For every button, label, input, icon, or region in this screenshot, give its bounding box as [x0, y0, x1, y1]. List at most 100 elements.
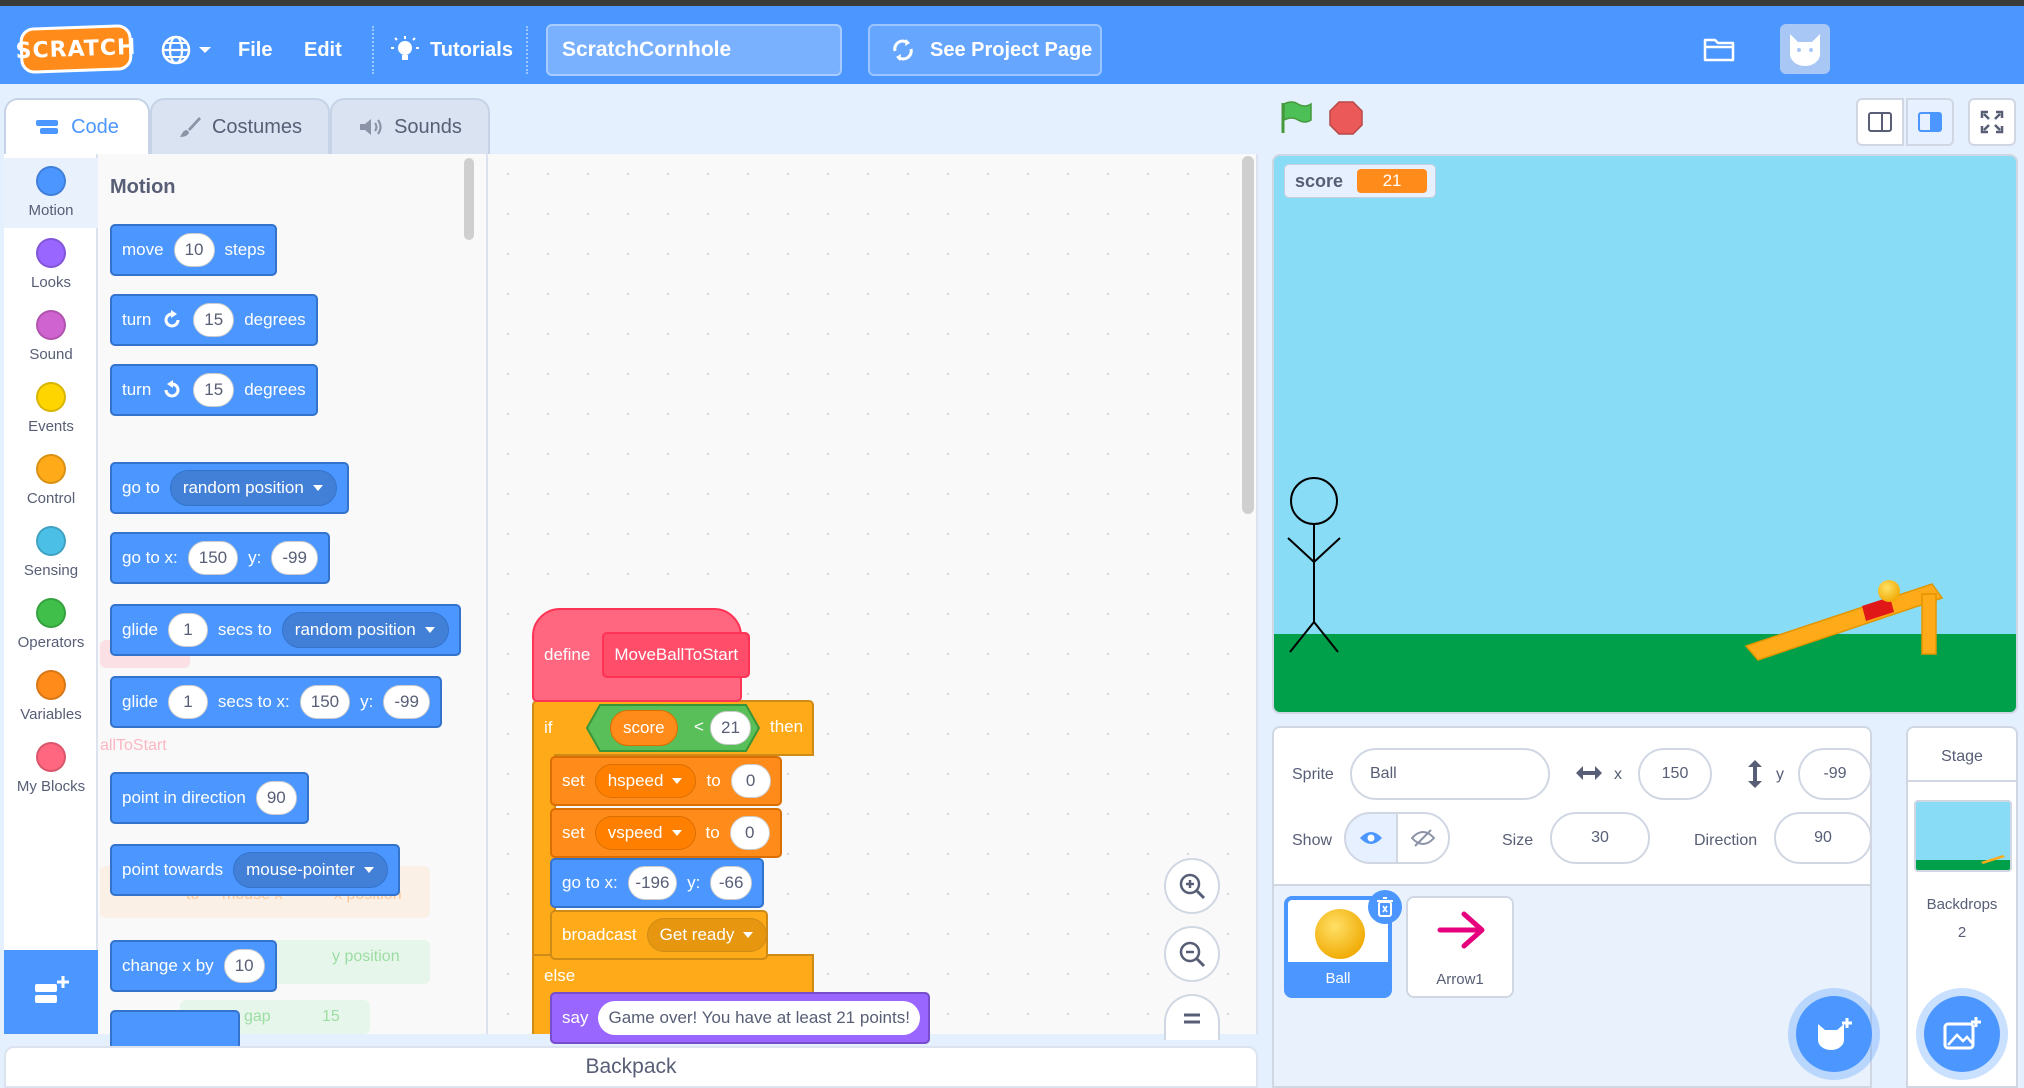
size-input[interactable]: 30	[1550, 812, 1650, 864]
tutorials-menu[interactable]: Tutorials	[390, 26, 513, 74]
category-control[interactable]: Control	[4, 446, 98, 516]
target-dropdown[interactable]: mouse-pointer	[233, 852, 388, 888]
block-turn-left[interactable]: turn 15 degrees	[110, 364, 318, 416]
x-input[interactable]: -196	[627, 866, 678, 900]
target-dropdown[interactable]: random position	[281, 612, 449, 648]
y-position-input[interactable]: -99	[1798, 748, 1872, 800]
procedure-prototype[interactable]: MoveBallToStart	[602, 632, 751, 678]
add-extension-button[interactable]	[4, 950, 98, 1034]
y-input[interactable]: -66	[710, 866, 752, 900]
ball-sprite[interactable]	[1876, 578, 1902, 604]
define-block[interactable]: define MoveBallToStart	[532, 608, 751, 702]
scratch-logo[interactable]: SCRATCH	[15, 24, 137, 74]
block-point-towards[interactable]: point towards mouse-pointer	[110, 844, 400, 896]
y-input[interactable]: -99	[383, 685, 430, 719]
block-go-to-xy[interactable]: go to x: 150 y: -99	[110, 532, 330, 584]
backdrop-thumbnail[interactable]	[1914, 800, 2012, 872]
backpack-bar[interactable]: Backpack	[4, 1046, 1258, 1088]
language-menu[interactable]	[160, 26, 212, 74]
sprite-name: Arrow1	[1436, 971, 1484, 988]
stick-figure-sprite[interactable]	[1284, 476, 1344, 666]
project-title-input[interactable]: ScratchCornhole	[546, 24, 842, 76]
block-point-in-direction[interactable]: point in direction 90	[110, 772, 309, 824]
tab-sounds[interactable]: Sounds	[330, 98, 490, 154]
tab-code[interactable]: Code	[4, 98, 150, 154]
stage-canvas[interactable]: score 21	[1272, 154, 2018, 714]
broadcast-block[interactable]: broadcast Get ready	[550, 910, 768, 960]
small-stage-button[interactable]	[1856, 98, 1904, 146]
block-move-steps[interactable]: move 10 steps	[110, 224, 278, 276]
block-glide-to-xy[interactable]: glide 1 secs to x: 150 y: -99	[110, 676, 442, 728]
go-to-xy-block[interactable]: go to x: -196 y: -66	[550, 858, 764, 908]
horizontal-arrows-icon	[1576, 766, 1602, 780]
choose-backdrop-button[interactable]	[1924, 996, 2000, 1072]
green-flag-button[interactable]	[1278, 100, 1314, 141]
workspace-scrollbar[interactable]	[1242, 156, 1254, 514]
category-events[interactable]: Events	[4, 374, 98, 444]
block-glide-to[interactable]: glide 1 secs to random position	[110, 604, 461, 656]
set-vspeed-block[interactable]: set vspeed to 0	[550, 808, 782, 858]
sprite-tile-arrow1[interactable]: Arrow1	[1406, 896, 1514, 998]
target-dropdown[interactable]: random position	[169, 470, 337, 506]
value-input[interactable]: 0	[729, 816, 770, 850]
x-position-input[interactable]: 150	[1638, 748, 1712, 800]
category-operators[interactable]: Operators	[4, 590, 98, 660]
operators-dot-icon	[36, 598, 66, 628]
degrees-input[interactable]: 15	[193, 303, 235, 337]
normal-stage-button[interactable]	[1906, 98, 1954, 146]
direction-input[interactable]: 90	[255, 781, 297, 815]
edit-menu[interactable]: Edit	[304, 26, 342, 74]
variable-dropdown[interactable]: hspeed	[594, 764, 697, 798]
less-than-operator[interactable]: score < 21	[586, 704, 760, 752]
tab-costumes[interactable]: Costumes	[150, 98, 330, 154]
block-set-x-partial[interactable]	[110, 1010, 240, 1050]
secs-input[interactable]: 1	[167, 613, 208, 647]
change-x-input[interactable]: 10	[223, 949, 265, 983]
if-else-block[interactable]: if score < 21 then	[532, 700, 814, 756]
block-turn-right[interactable]: turn 15 degrees	[110, 294, 318, 346]
category-motion[interactable]: Motion	[4, 158, 98, 228]
direction-input[interactable]: 90	[1774, 812, 1872, 864]
score-monitor[interactable]: score 21	[1284, 164, 1437, 198]
x-input[interactable]: 150	[299, 685, 351, 719]
my-stuff-folder[interactable]	[1702, 34, 1736, 69]
variable-dropdown[interactable]: vspeed	[594, 816, 696, 850]
palette-scrollbar[interactable]	[464, 158, 474, 240]
block-change-x-by[interactable]: change x by 10	[110, 940, 277, 992]
score-reporter[interactable]: score	[610, 710, 678, 746]
value-input[interactable]: 0	[730, 764, 771, 798]
stop-button[interactable]	[1328, 100, 1364, 141]
block-go-to[interactable]: go to random position	[110, 462, 349, 514]
see-project-page-button[interactable]: See Project Page	[868, 24, 1102, 76]
category-sensing[interactable]: Sensing	[4, 518, 98, 588]
say-text-input[interactable]: Game over! You have at least 21 points!	[598, 1001, 920, 1035]
compare-value-input[interactable]: 21	[710, 711, 751, 745]
zoom-out-button[interactable]	[1164, 926, 1220, 982]
hide-sprite-button[interactable]	[1396, 812, 1450, 864]
file-menu[interactable]: File	[238, 26, 272, 74]
x-input[interactable]: 150	[187, 541, 239, 575]
y-input[interactable]: -99	[271, 541, 318, 575]
control-dot-icon	[36, 454, 66, 484]
steps-input[interactable]: 10	[173, 233, 215, 267]
account-avatar[interactable]	[1780, 24, 1830, 74]
cornhole-board-sprite[interactable]	[1742, 576, 1962, 672]
say-block[interactable]: say Game over! You have at least 21 poin…	[550, 992, 930, 1044]
delete-sprite-button[interactable]	[1368, 890, 1402, 924]
category-my-blocks[interactable]: My Blocks	[4, 734, 98, 804]
block-text: point towards	[122, 860, 224, 879]
category-variables[interactable]: Variables	[4, 662, 98, 732]
sprite-name-input[interactable]: Ball	[1350, 748, 1550, 800]
secs-input[interactable]: 1	[167, 685, 208, 719]
category-sound[interactable]: Sound	[4, 302, 98, 372]
category-looks[interactable]: Looks	[4, 230, 98, 300]
backdrops-count: 2	[1957, 924, 1967, 941]
fullscreen-button[interactable]	[1968, 98, 2016, 146]
arrow-thumbnail	[1437, 911, 1485, 949]
choose-sprite-button[interactable]	[1796, 996, 1872, 1072]
show-sprite-button[interactable]	[1344, 812, 1398, 864]
zoom-in-button[interactable]	[1164, 858, 1220, 914]
degrees-input[interactable]: 15	[193, 373, 235, 407]
message-dropdown[interactable]: Get ready	[646, 918, 768, 952]
set-hspeed-block[interactable]: set hspeed to 0	[550, 756, 782, 806]
